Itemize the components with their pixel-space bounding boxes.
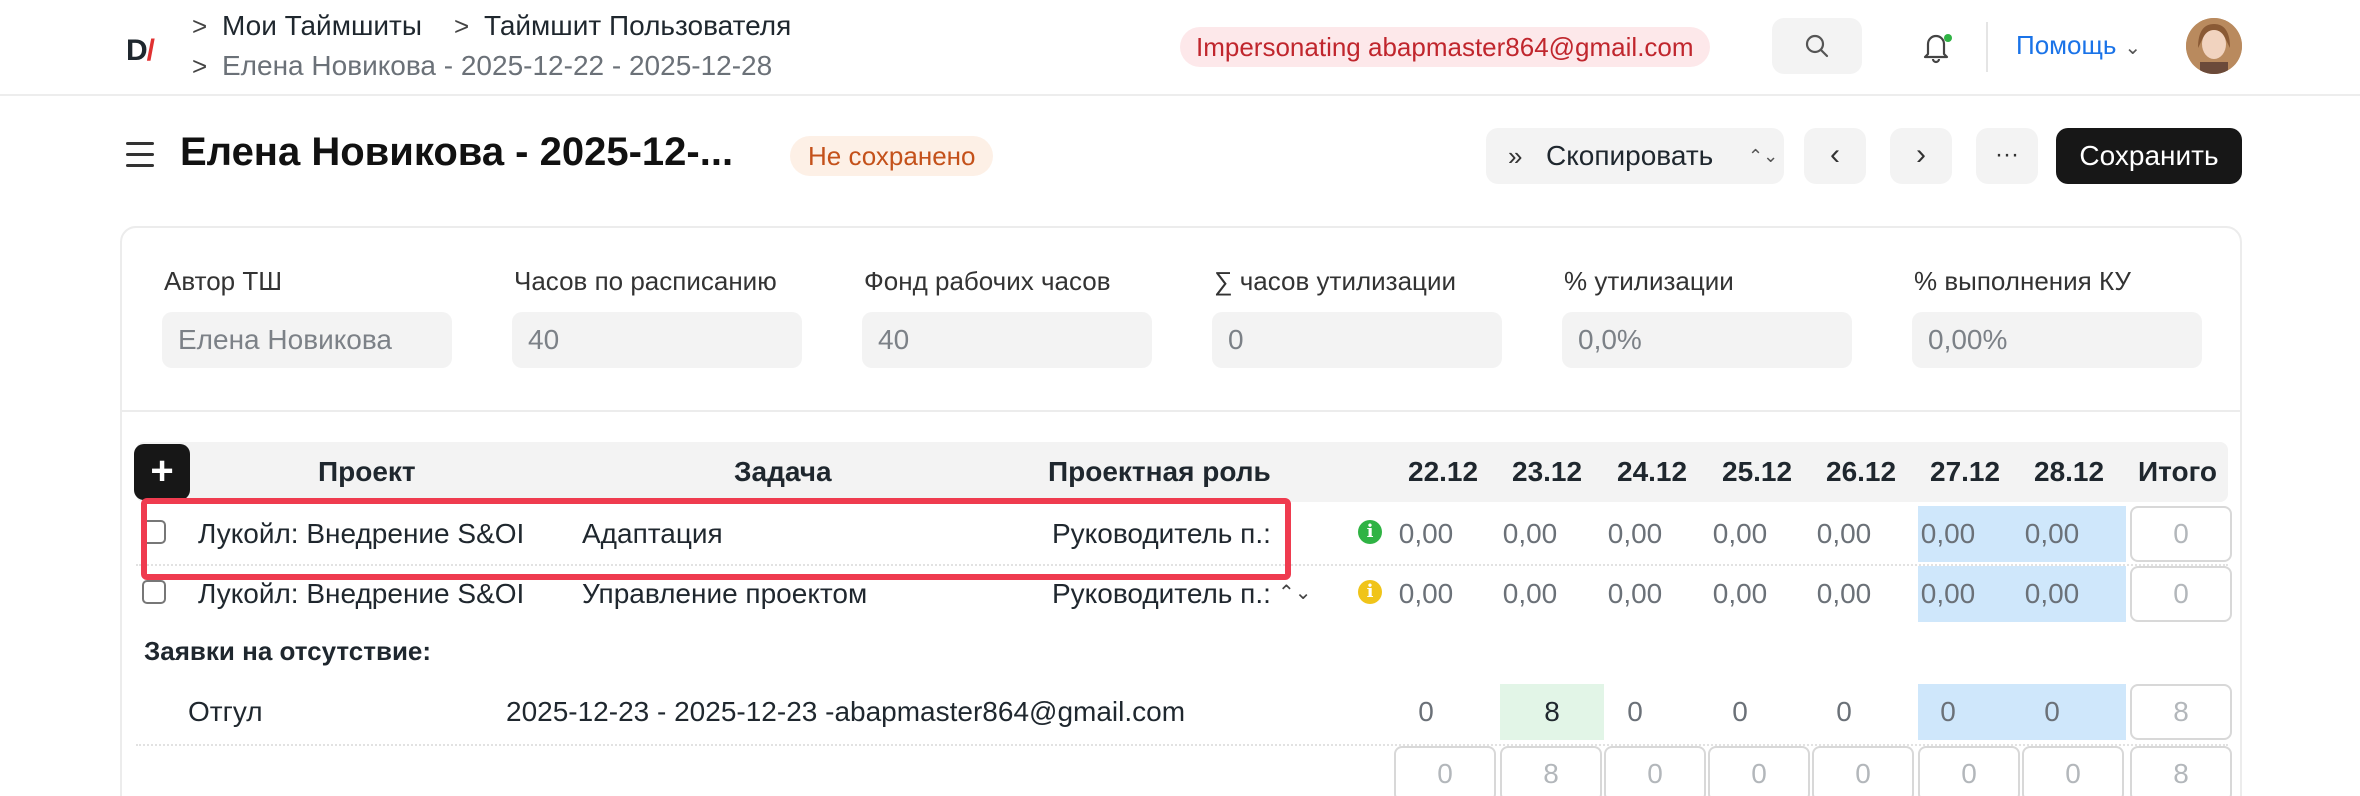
field-label-ku-pct: % выполнения КУ	[1914, 266, 2131, 296]
column-header-task: Задача	[734, 456, 832, 487]
absence-period: 2025-12-23 - 2025-12-23 -abapmaster864@g…	[506, 696, 1186, 727]
day-total: 0	[1708, 746, 1810, 796]
chevron-right-icon: >	[192, 11, 208, 41]
hour-cell[interactable]: 0,00	[1898, 578, 1998, 610]
chevron-right-icon: >	[454, 11, 470, 41]
row-checkbox[interactable]	[142, 580, 166, 604]
hour-cell[interactable]: 0,00	[1376, 518, 1476, 550]
field-label-scheduled: Часов по расписанию	[514, 266, 777, 296]
absence-hour-cell: 0	[1627, 696, 1643, 727]
hour-cell[interactable]: 0,00	[1480, 578, 1580, 610]
impersonation-badge: Impersonating abapmaster864@gmail.com	[1180, 27, 1710, 67]
row-task[interactable]: Управление проектом	[582, 578, 867, 610]
chevron-down-icon: ⌄	[2124, 37, 2142, 59]
hour-cell[interactable]: 0,00	[1898, 518, 1998, 550]
column-header-total: Итого	[2138, 456, 2217, 487]
util-hours-field[interactable]: 0	[1212, 312, 1502, 368]
breadcrumb-current: > Елена Новикова - 2025-12-22 - 2025-12-2…	[192, 50, 773, 81]
row-role[interactable]: Руководитель п.:	[1052, 578, 1296, 610]
column-header-role: Проектная роль	[1048, 456, 1271, 487]
absence-hour-cell: 0	[2044, 696, 2060, 727]
work-fund-field[interactable]: 40	[862, 312, 1152, 368]
absence-section-title: Заявки на отсутствие:	[144, 636, 432, 666]
hour-cell[interactable]: 0,00	[1480, 518, 1580, 550]
column-header-day: 22.12	[1408, 456, 1479, 487]
copy-button-label: Скопировать	[1546, 140, 1714, 171]
hour-cell[interactable]: 0,00	[1585, 518, 1685, 550]
hour-cell[interactable]: 0,00	[1690, 578, 1790, 610]
highlight-annotation	[141, 498, 1291, 580]
avatar-image	[2186, 18, 2242, 74]
row-total: 0	[2130, 506, 2232, 562]
absence-hour-cell: 0	[1418, 696, 1434, 727]
hour-cell[interactable]: 0,00	[1690, 518, 1790, 550]
copy-button[interactable]: » Скопировать ⌃⌄	[1486, 128, 1784, 184]
chevron-left-icon: ‹	[1830, 138, 1840, 171]
day-total: 0	[1918, 746, 2020, 796]
updown-icon[interactable]: ⌃⌄	[1278, 580, 1312, 605]
field-label-work-fund: Фонд рабочих часов	[864, 266, 1111, 296]
prev-button[interactable]: ‹	[1804, 128, 1866, 184]
card-divider	[122, 410, 2240, 412]
row-divider	[136, 744, 2228, 746]
hour-cell[interactable]: 0,00	[1794, 518, 1894, 550]
breadcrumb-user-timesheet[interactable]: > Таймшит Пользователя	[454, 10, 791, 42]
day-total: 0	[1604, 746, 1706, 796]
day-total: 0	[1394, 746, 1496, 796]
ku-pct-field[interactable]: 0,00%	[1912, 312, 2202, 368]
absence-hour-cell: 0	[1940, 696, 1956, 727]
double-chevron-icon: »	[1508, 141, 1523, 171]
status-badge: Не сохранено	[790, 136, 994, 176]
hour-cell[interactable]: 0,00	[2002, 518, 2102, 550]
util-pct-field[interactable]: 0,0%	[1562, 312, 1852, 368]
avatar[interactable]	[2186, 18, 2242, 74]
author-field[interactable]: Елена Новикова	[162, 312, 452, 368]
grand-total: 8	[2130, 746, 2232, 796]
sidebar-toggle-icon[interactable]	[126, 142, 154, 175]
column-header-project: Проект	[318, 456, 416, 487]
breadcrumb-my-timesheets[interactable]: > Мои Таймшиты	[192, 10, 422, 42]
row-total: 0	[2130, 566, 2232, 622]
chevron-right-icon: >	[192, 51, 208, 81]
notification-dot	[1944, 34, 1952, 42]
absence-type: Отгул	[188, 696, 263, 727]
hour-cell[interactable]: 0,00	[1376, 578, 1476, 610]
field-label-util-hours: ∑ часов утилизации	[1214, 266, 1456, 296]
hour-cell[interactable]: 0,00	[1794, 578, 1894, 610]
absence-hour-cell: 0	[1732, 696, 1748, 727]
absence-total: 8	[2130, 684, 2232, 740]
scheduled-hours-field[interactable]: 40	[512, 312, 802, 368]
updown-icon: ⌃⌄	[1748, 146, 1779, 166]
more-button[interactable]: ···	[1976, 128, 2038, 184]
app-logo[interactable]: D/	[126, 34, 155, 68]
absence-hour-cell: 0	[1836, 696, 1852, 727]
hour-cell[interactable]: 0,00	[1585, 578, 1685, 610]
column-header-day: 24.12	[1617, 456, 1688, 487]
field-label-util-pct: % утилизации	[1564, 266, 1734, 296]
column-header-day: 28.12	[2034, 456, 2105, 487]
next-button[interactable]: ›	[1890, 128, 1952, 184]
search-button[interactable]	[1772, 18, 1862, 74]
day-total: 0	[2022, 746, 2124, 796]
row-project[interactable]: Лукойл: Внедрение S&OI	[198, 578, 524, 610]
help-dropdown[interactable]: Помощь ⌄	[2016, 30, 2141, 61]
page-title: Елена Новикова - 2025-12-...	[180, 130, 734, 174]
day-total: 0	[1812, 746, 1914, 796]
navbar-divider	[1986, 22, 1988, 72]
top-navbar: D/ > Мои Таймшиты > Таймшит Пользователя >…	[0, 0, 2360, 96]
column-header-day: 25.12	[1722, 456, 1793, 487]
search-icon	[1805, 34, 1829, 58]
column-header-day: 26.12	[1826, 456, 1897, 487]
chevron-right-icon: ›	[1916, 138, 1926, 171]
day-total: 8	[1500, 746, 1602, 796]
field-label-author: Автор ТШ	[164, 266, 283, 296]
add-row-button[interactable]: +	[134, 444, 190, 500]
hour-cell[interactable]: 0,00	[2002, 578, 2102, 610]
column-header-day: 27.12	[1930, 456, 2001, 487]
column-header-day: 23.12	[1512, 456, 1583, 487]
save-button[interactable]: Сохранить	[2056, 128, 2242, 184]
more-icon: ···	[1995, 141, 2019, 168]
